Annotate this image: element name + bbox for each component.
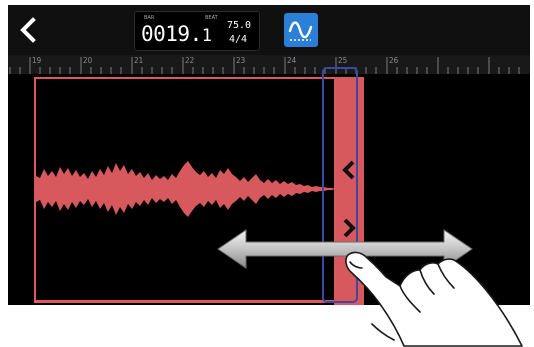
chevron-left-icon: [20, 17, 36, 43]
position-counter: BAR BEAT 0019.1 75.0 4/4: [134, 11, 260, 51]
counter-beat-value: 1: [201, 26, 212, 46]
bar-label: BAR: [144, 15, 155, 21]
chevron-left-icon: [342, 160, 355, 180]
waveform-button[interactable]: [284, 13, 318, 47]
tempo-value: 75.0: [227, 20, 252, 31]
ruler-marker: 19: [32, 56, 42, 65]
waveform-icon: [288, 21, 313, 41]
ruler-marker: 22: [185, 56, 195, 65]
region-end-handle[interactable]: [334, 77, 364, 305]
top-bar: BAR BEAT 0019.1 75.0 4/4: [8, 5, 530, 55]
back-button[interactable]: [14, 13, 46, 47]
ruler-marker: 26: [389, 56, 399, 65]
ruler-marker: 21: [134, 56, 144, 65]
ruler-marker: 25: [338, 56, 348, 65]
beat-label: BEAT: [205, 15, 218, 21]
ruler-marker: 20: [83, 56, 93, 65]
ruler-marker: 24: [287, 56, 297, 65]
timeline-ruler[interactable]: 19 20 21 22 23 24 25 26: [8, 55, 530, 74]
audio-waveform: [34, 161, 336, 217]
ruler-marker: 23: [236, 56, 246, 65]
chevron-right-icon: [343, 218, 356, 238]
recorder-screen: BAR BEAT 0019.1 75.0 4/4 19 20 21 22 23 …: [8, 5, 530, 305]
time-signature: 4/4: [229, 34, 248, 45]
counter-bar-value: 0019.: [141, 22, 202, 46]
counter-value: 0019.1: [141, 22, 212, 48]
